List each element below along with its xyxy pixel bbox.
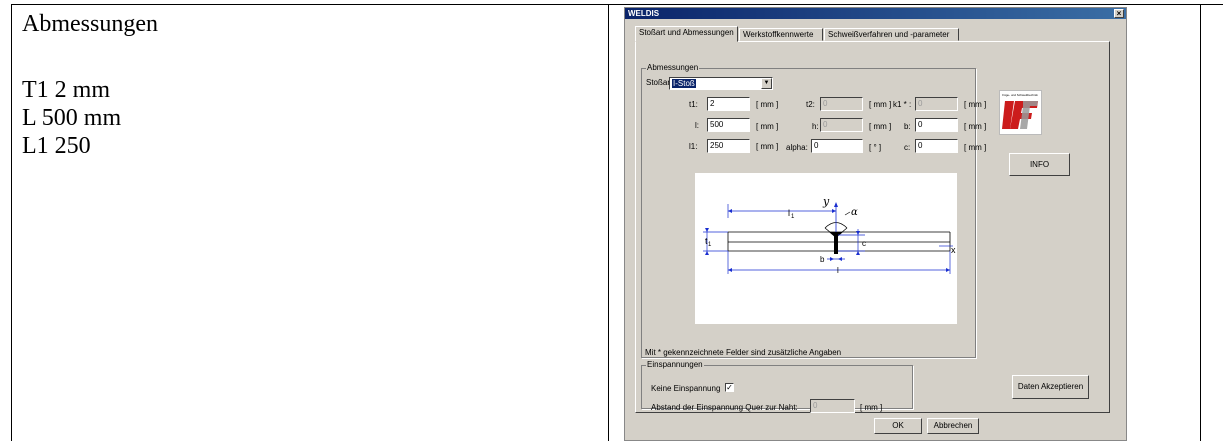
cell-line: Abmessungen [22,11,158,37]
b-unit: [ mm ] [964,122,987,131]
table-border-right [1200,4,1201,441]
t2-unit: [ mm ] [869,100,892,109]
joint-diagram: y α l 1 t 1 c b l x [695,173,957,324]
k1-label: k1 * : [893,100,912,109]
b-label: b: [904,122,911,131]
ok-button[interactable]: OK [874,418,922,434]
cell-line: T1 2 mm [22,77,110,103]
diagram-x-label: x [951,245,956,255]
lft-logo: Füge- und Schweißtechnik [999,90,1042,135]
table-border-left [11,4,12,441]
no-clamping-checkbox[interactable]: ✓ [725,383,734,392]
optional-fields-note: Mit * gekennzeichnete Felder sind zusätz… [645,348,842,357]
clamping-distance-label: Abstand der Einspannung Quer zur Naht: [651,403,798,412]
diagram-c-label: c [862,239,866,248]
left-cell-text: Abmessungen T1 2 mm L 500 mm L1 250 [22,10,158,160]
tab-panel: Abmessungen Stoßart: I-Stoß ▼ t1: 2 [ mm… [635,41,1110,413]
clamping-distance-unit: [ mm ] [860,403,883,412]
tab-material-properties[interactable]: Werkstoffkennwerte [739,28,823,41]
no-clamping-label: Keine Einspannung [651,384,721,393]
clamping-group-label: Einspannungen [646,360,704,369]
alpha-label: alpha: [786,143,808,152]
t1-unit: [ mm ] [756,100,779,109]
l-label: l: [695,121,699,130]
tab-joint-dimensions[interactable]: Stoßart und Abmessungen [635,26,738,42]
table-cell-divider [608,4,609,441]
l-input[interactable]: 500 [707,118,750,132]
diagram-y-label: y [822,195,830,208]
diagram-b-label: b [820,255,825,264]
joint-type-value: I-Stoß [672,79,696,88]
table-border-top [11,4,1223,5]
chevron-down-icon[interactable]: ▼ [761,78,772,89]
l1-label: l1: [689,142,698,151]
h-unit: [ mm ] [869,122,892,131]
l-unit: [ mm ] [756,122,779,131]
alpha-unit: [ ° ] [869,143,882,152]
c-input[interactable]: 0 [915,139,958,153]
info-button[interactable]: INFO [1009,153,1070,176]
t2-label: t2: [806,100,815,109]
diagram-l1-subscript: 1 [791,214,795,220]
cell-line: L1 250 [22,133,91,159]
l1-input[interactable]: 250 [707,139,750,153]
accept-data-button[interactable]: Daten Akzeptieren [1012,375,1089,399]
diagram-alpha-label: α [851,207,858,218]
logo-caption: Füge- und Schweißtechnik [1002,93,1038,97]
alpha-input[interactable]: 0 [811,139,863,153]
cancel-button[interactable]: Abbrechen [927,418,979,434]
c-label: c: [904,143,911,152]
joint-diagram-svg: y α l 1 t 1 c b l x [703,195,956,275]
close-button[interactable]: × [1114,9,1124,18]
t1-input[interactable]: 2 [707,97,750,111]
h-input[interactable]: 0 [820,118,863,132]
diagram-l-label: l [837,266,839,275]
cell-line [22,38,158,66]
clamping-distance-input[interactable]: 0 [810,399,855,413]
lft-logo-graphic: Füge- und Schweißtechnik [1002,93,1038,129]
k1-input[interactable]: 0 [915,97,958,111]
l1-unit: [ mm ] [756,142,779,151]
tab-welding-process[interactable]: Schweißverfahren und -parameter [824,28,959,41]
k1-unit: [ mm ] [964,100,987,109]
t1-label: t1: [689,100,698,109]
diagram-l1-label: l [788,208,790,218]
joint-type-select[interactable]: I-Stoß ▼ [669,77,773,90]
t2-input[interactable]: 0 [820,97,863,111]
weldis-dialog: WELDIS × Stoßart und Abmessungen Werksto… [624,7,1127,441]
diagram-t1-subscript: 1 [708,242,712,248]
h-label: h: [812,122,819,131]
dimensions-group-label: Abmessungen [646,63,700,72]
b-input[interactable]: 0 [915,118,958,132]
window-titlebar[interactable]: WELDIS × [625,8,1126,19]
c-unit: [ mm ] [964,143,987,152]
window-title: WELDIS [628,9,660,18]
cell-line: L 500 mm [22,105,122,131]
